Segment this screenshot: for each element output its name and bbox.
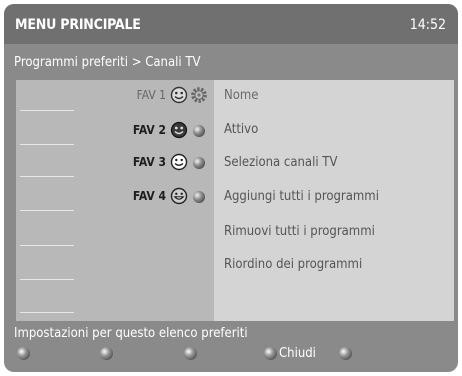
- divider-line: [20, 312, 74, 313]
- divider-line: [20, 144, 74, 145]
- menu-item-riordino[interactable]: Riordino dei programmi: [224, 257, 362, 272]
- divider-line: [20, 176, 74, 177]
- divider-line: [20, 245, 74, 246]
- favorite-item-fav4[interactable]: FAV 4: [76, 187, 208, 207]
- green-button-icon[interactable]: [100, 347, 113, 360]
- radio-dot-icon: [193, 125, 205, 137]
- clock: 14:52: [409, 17, 446, 33]
- breadcrumb: Programmi preferiti > Canali TV: [14, 55, 201, 70]
- options-menu: Nome Attivo Seleziona canali TV Aggiungi…: [214, 80, 454, 321]
- yellow-button-icon[interactable]: [184, 347, 197, 360]
- happy-face-icon: [170, 86, 188, 104]
- close-button-label[interactable]: Chiudi: [279, 346, 316, 361]
- footer-hint: Impostazioni per questo elenco preferiti: [14, 326, 248, 341]
- smile-face-icon: [170, 153, 188, 171]
- content-area: FAV 1 FAV 2 FAV 3 FAV 4 Nome Attivo Sele…: [16, 80, 454, 321]
- menu-item-seleziona-canali[interactable]: Seleziona canali TV: [224, 155, 337, 170]
- title-bar: MENU PRINCIPALE 14:52: [4, 4, 458, 44]
- dark-face-icon: [170, 121, 188, 139]
- radio-dot-icon: [193, 157, 205, 169]
- menu-item-nome[interactable]: Nome: [224, 88, 259, 103]
- favorite-label: FAV 3: [132, 155, 166, 169]
- divider-line: [20, 279, 74, 280]
- favorite-label: FAV 2: [132, 123, 166, 137]
- menu-item-rimuovi-tutti[interactable]: Rimuovi tutti i programmi: [224, 224, 375, 239]
- blue-button-icon[interactable]: [264, 347, 277, 360]
- page-title: MENU PRINCIPALE: [15, 17, 141, 33]
- menu-item-attivo[interactable]: Attivo: [224, 122, 258, 137]
- gear-icon: [191, 87, 207, 103]
- favorites-panel: FAV 1 FAV 2 FAV 3 FAV 4: [16, 80, 214, 321]
- divider-line: [20, 110, 74, 111]
- grin-face-icon: [170, 187, 188, 205]
- favorite-item-fav2[interactable]: FAV 2: [76, 121, 208, 141]
- option-button-icon[interactable]: [339, 347, 352, 360]
- radio-dot-icon: [193, 191, 205, 203]
- favorite-item-fav3[interactable]: FAV 3: [76, 153, 208, 173]
- favorite-label: FAV 4: [132, 189, 166, 203]
- menu-item-aggiungi-tutti[interactable]: Aggiungi tutti i programmi: [224, 189, 379, 204]
- red-button-icon[interactable]: [17, 347, 30, 360]
- divider-line: [20, 210, 74, 211]
- tv-menu-screen: MENU PRINCIPALE 14:52 Programmi preferit…: [4, 4, 458, 372]
- favorite-item-fav1[interactable]: FAV 1: [76, 86, 208, 106]
- favorite-label: FAV 1: [136, 88, 166, 102]
